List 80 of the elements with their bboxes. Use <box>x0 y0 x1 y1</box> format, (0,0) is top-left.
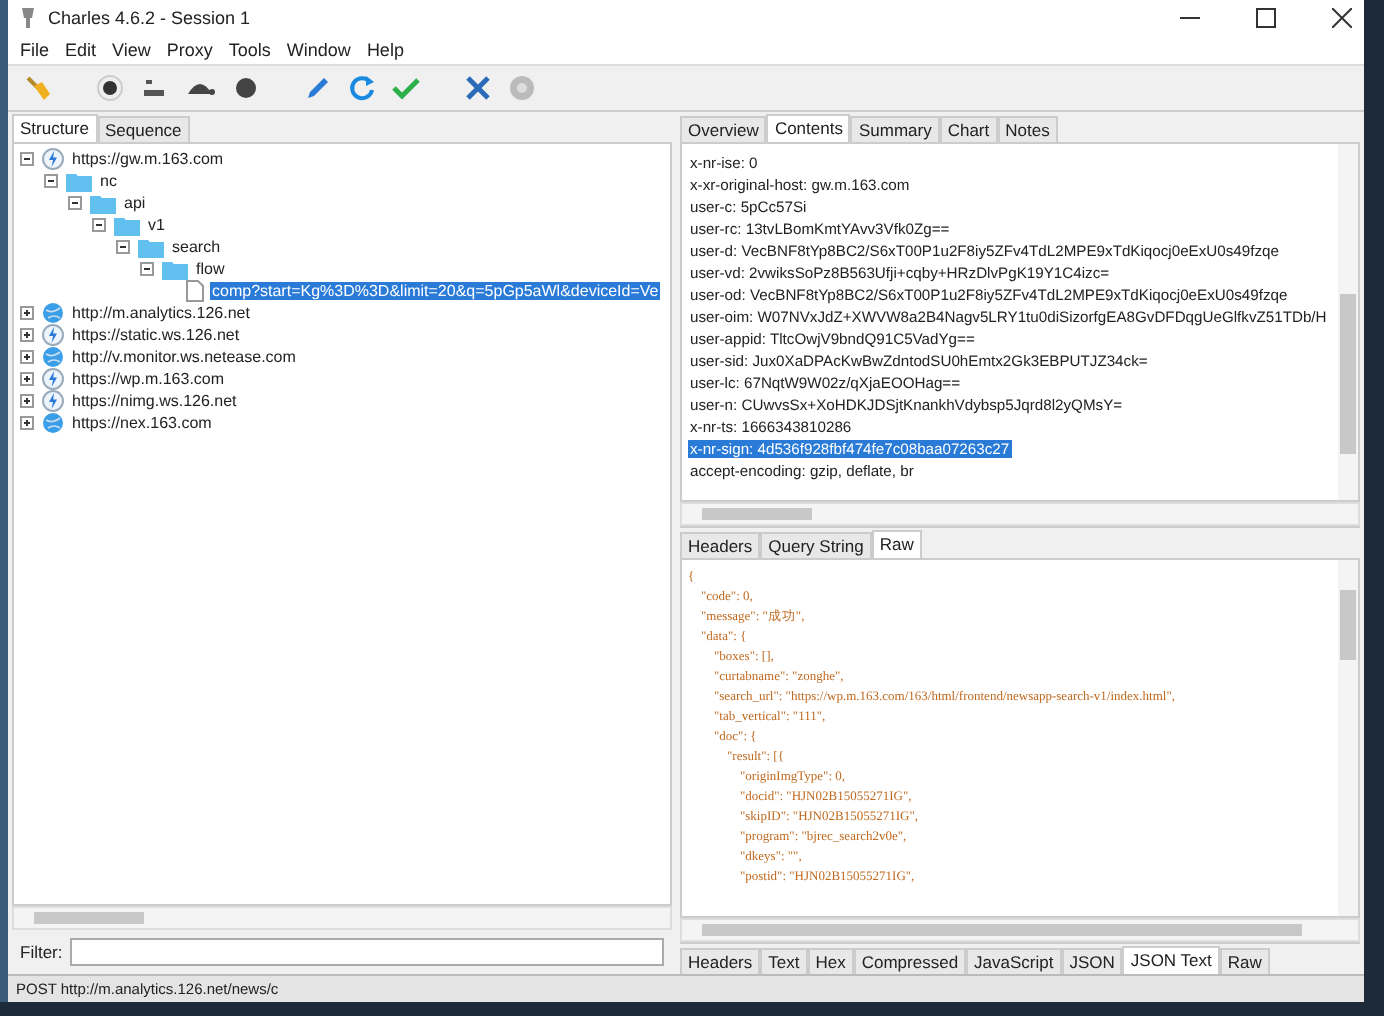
tree-item[interactable]: nc <box>98 172 119 190</box>
horizontal-scrollbar[interactable] <box>680 502 1360 526</box>
tab[interactable]: Summary <box>850 116 940 142</box>
tab[interactable]: Chart <box>939 116 998 142</box>
tree-item[interactable]: https://static.ws.126.net <box>70 326 242 344</box>
filter-label: Filter: <box>20 942 63 962</box>
folder-icon <box>90 193 116 213</box>
tab[interactable]: Contents <box>766 114 851 142</box>
horizontal-scrollbar[interactable] <box>12 906 672 930</box>
tab[interactable]: JavaScript <box>966 948 1062 974</box>
collapse-toggle-icon[interactable] <box>116 240 132 254</box>
folder-icon <box>138 237 164 257</box>
filter-field[interactable] <box>70 938 664 966</box>
tree-item[interactable]: search <box>170 238 223 256</box>
broom-icon[interactable] <box>24 74 52 102</box>
maximize-icon[interactable] <box>1256 8 1276 28</box>
stop-circle-icon[interactable] <box>232 74 260 102</box>
tree-item[interactable]: v1 <box>146 216 167 234</box>
tab[interactable]: Headers <box>680 948 761 974</box>
lightning-globe-icon <box>42 390 64 412</box>
tab[interactable]: JSON <box>1061 948 1123 974</box>
document-icon <box>186 280 204 302</box>
tab[interactable]: Sequence <box>97 116 190 142</box>
collapse-toggle-icon[interactable] <box>20 306 36 320</box>
vertical-scrollbar[interactable] <box>1338 560 1358 916</box>
collapse-toggle-icon[interactable] <box>20 394 36 408</box>
menu-item[interactable]: File <box>20 40 50 60</box>
tree-item[interactable]: https://nimg.ws.126.net <box>70 392 239 410</box>
check-icon[interactable] <box>392 74 420 102</box>
tree-item[interactable]: http://m.analytics.126.net <box>70 304 252 322</box>
lightning-globe-icon <box>42 368 64 390</box>
lightning-globe-icon <box>42 148 64 170</box>
tree-item[interactable]: https://gw.m.163.com <box>70 150 226 168</box>
app-logo-icon <box>20 8 36 28</box>
folder-icon <box>162 259 188 279</box>
tab[interactable]: Headers <box>680 532 761 558</box>
menu-item[interactable]: Edit <box>65 40 97 60</box>
globe-icon <box>42 302 64 324</box>
collapse-toggle-icon[interactable] <box>140 262 156 276</box>
globe-icon <box>42 346 64 368</box>
menu-item[interactable]: Help <box>366 40 404 60</box>
collapse-toggle-icon[interactable] <box>20 416 36 430</box>
collapse-toggle-icon[interactable] <box>20 152 36 166</box>
menu-item[interactable]: Window <box>286 40 351 60</box>
tab[interactable]: Raw <box>1219 948 1270 974</box>
collapse-toggle-icon[interactable] <box>20 372 36 386</box>
tree-item[interactable]: api <box>122 194 148 212</box>
close-icon[interactable] <box>1332 8 1352 28</box>
collapse-toggle-icon[interactable] <box>44 174 60 188</box>
collapse-toggle-icon[interactable] <box>20 328 36 342</box>
tab[interactable]: Structure <box>12 114 97 142</box>
menu-item[interactable]: Tools <box>228 40 271 60</box>
record-icon[interactable] <box>96 74 124 102</box>
tab[interactable]: Raw <box>871 530 922 558</box>
tab[interactable]: Compressed <box>853 948 967 974</box>
tab[interactable]: Notes <box>997 116 1058 142</box>
tree-item[interactable]: http://v.monitor.ws.netease.com <box>70 348 298 366</box>
pen-icon[interactable] <box>304 74 332 102</box>
collapse-toggle-icon[interactable] <box>92 218 108 232</box>
tab[interactable]: Overview <box>680 116 767 142</box>
tree-item[interactable]: https://nex.163.com <box>70 414 214 432</box>
globe-icon <box>42 412 64 434</box>
menu-item[interactable]: Proxy <box>166 40 213 60</box>
tree-item[interactable]: flow <box>194 260 227 278</box>
window-title: Charles 4.6.2 - Session 1 <box>48 8 251 28</box>
horizontal-scrollbar[interactable] <box>680 918 1360 942</box>
tree-item[interactable]: comp?start=Kg%3D%3D&limit=20&q=5pGp5aWl&deviceId=Ve <box>210 282 661 300</box>
tab[interactable]: Text <box>760 948 808 974</box>
lightning-globe-icon <box>42 324 64 346</box>
tab[interactable]: Hex <box>807 948 854 974</box>
tree-item[interactable]: https://wp.m.163.com <box>70 370 227 388</box>
folder-icon <box>66 171 92 191</box>
tab[interactable]: Query String <box>760 532 872 558</box>
folder-icon <box>114 215 140 235</box>
collapse-toggle-icon[interactable] <box>20 350 36 364</box>
refresh-icon[interactable] <box>348 74 376 102</box>
tab[interactable]: JSON Text <box>1122 946 1220 974</box>
menu-item[interactable]: View <box>112 40 151 60</box>
collapse-toggle-icon[interactable] <box>68 196 84 210</box>
vertical-scrollbar[interactable] <box>1338 144 1358 500</box>
